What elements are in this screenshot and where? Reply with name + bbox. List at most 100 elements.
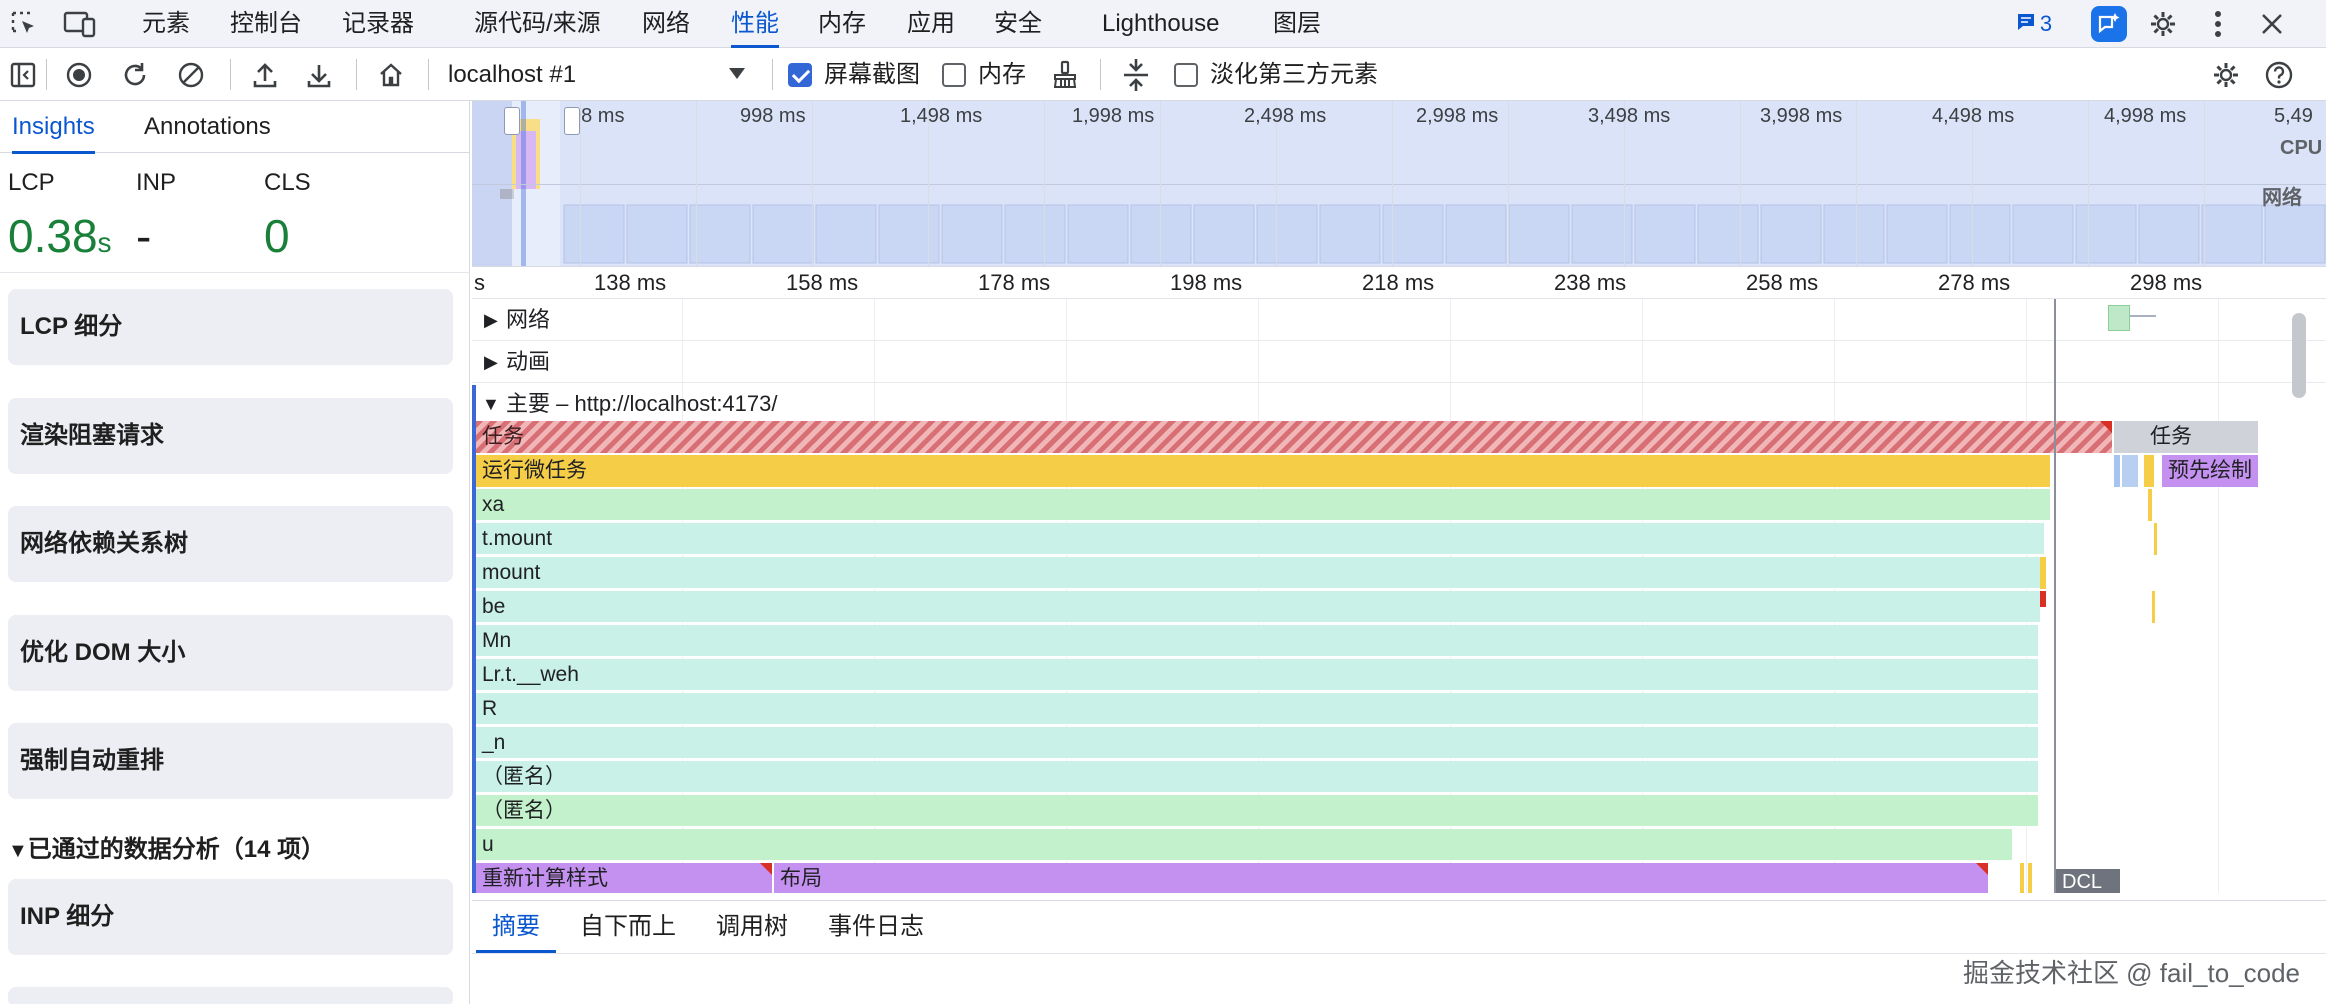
cls-value[interactable]: 0 bbox=[264, 209, 290, 263]
tab-memory[interactable]: 内存 bbox=[818, 0, 866, 48]
flame-frame[interactable]: Mn bbox=[476, 625, 2038, 657]
home-icon[interactable] bbox=[374, 58, 408, 92]
flame-frame[interactable]: R bbox=[476, 693, 2038, 725]
flame-small-slice[interactable] bbox=[2148, 489, 2152, 521]
overview-tick-label: 3,498 ms bbox=[1588, 105, 1671, 127]
flame-microtask[interactable]: 运行微任务 bbox=[476, 455, 2050, 487]
flame-chart[interactable]: ▶ 网络 ▶ 动画 ▼ 主要 – http://localhost:4173/ … bbox=[472, 299, 2326, 893]
upload-icon[interactable] bbox=[248, 58, 282, 92]
flame-frame[interactable]: _n bbox=[476, 727, 2038, 759]
flame-small-slice[interactable] bbox=[2020, 863, 2024, 893]
close-icon[interactable] bbox=[2254, 6, 2290, 42]
cleanup-broom-icon[interactable] bbox=[1048, 58, 1082, 92]
dim-third-party-checkbox[interactable] bbox=[1174, 63, 1198, 87]
toolbar-divider bbox=[1100, 59, 1101, 90]
sidebar-tabs: Insights Annotations bbox=[0, 101, 470, 154]
tab-network[interactable]: 网络 bbox=[642, 0, 690, 48]
reload-record-icon[interactable] bbox=[118, 58, 152, 92]
tab-application[interactable]: 应用 bbox=[907, 0, 955, 48]
insight-inp-breakdown[interactable]: INP 细分 bbox=[8, 879, 453, 955]
network-track-header[interactable]: ▶ 网络 bbox=[472, 299, 2326, 341]
tab-bottom-up[interactable]: 自下而上 bbox=[580, 901, 676, 953]
insight-next-card[interactable] bbox=[8, 987, 453, 1004]
issues-button[interactable]: 3 bbox=[2010, 8, 2058, 40]
flame-task[interactable]: 任务 bbox=[476, 421, 2112, 453]
insight-dom-size[interactable]: 优化 DOM 大小 bbox=[8, 615, 453, 691]
network-request-block[interactable] bbox=[2108, 305, 2130, 331]
flame-small-slice[interactable] bbox=[2028, 863, 2032, 893]
flame-frame[interactable]: t.mount bbox=[476, 523, 2044, 555]
memory-checkbox[interactable] bbox=[942, 63, 966, 87]
insight-network-dependency-tree[interactable]: 网络依赖关系树 bbox=[8, 506, 453, 582]
flame-frame[interactable]: xa bbox=[476, 489, 2050, 521]
flame-small-slice[interactable] bbox=[2114, 455, 2120, 487]
flame-small-slice[interactable] bbox=[2152, 591, 2155, 623]
insight-render-blocking[interactable]: 渲染阻塞请求 bbox=[8, 398, 453, 474]
more-options-icon[interactable] bbox=[2203, 6, 2233, 42]
flame-small-slice[interactable] bbox=[2154, 523, 2157, 555]
inp-label: INP bbox=[136, 169, 177, 196]
flame-frame[interactable]: be bbox=[476, 591, 2040, 623]
flame-frame[interactable]: mount bbox=[476, 557, 2040, 589]
insight-forced-reflow[interactable]: 强制自动重排 bbox=[8, 723, 453, 799]
help-icon[interactable] bbox=[2262, 58, 2296, 92]
tab-event-log[interactable]: 事件日志 bbox=[828, 901, 924, 953]
target-select[interactable]: localhost #1 bbox=[446, 48, 752, 101]
collapse-tracks-icon[interactable] bbox=[1118, 56, 1154, 94]
sidebar-toggle-icon[interactable] bbox=[6, 58, 40, 92]
overview-tick-label: 2,498 ms bbox=[1244, 105, 1327, 127]
overview-tick-label: 1,498 ms bbox=[900, 105, 983, 127]
toolbar-divider bbox=[428, 59, 429, 90]
settings-gear-icon[interactable] bbox=[2145, 6, 2181, 42]
ruler-tick-label: 158 ms bbox=[786, 270, 859, 295]
flame-layout[interactable]: 布局 bbox=[774, 863, 1988, 893]
tab-console[interactable]: 控制台 bbox=[230, 0, 302, 48]
flame-small-slice[interactable] bbox=[2144, 455, 2154, 487]
passed-insights-header[interactable]: ▼已通过的数据分析（14 项） bbox=[8, 829, 325, 864]
overview-window-handle-right[interactable] bbox=[564, 107, 580, 135]
tab-security[interactable]: 安全 bbox=[994, 0, 1042, 48]
tab-recorder[interactable]: 记录器 bbox=[342, 0, 414, 48]
long-task-marker bbox=[2100, 421, 2112, 433]
animation-track-header[interactable]: ▶ 动画 bbox=[472, 341, 2326, 383]
device-toolbar-icon[interactable] bbox=[62, 8, 98, 40]
tab-performance[interactable]: 性能 bbox=[731, 0, 779, 48]
flame-frame[interactable]: Lr.t.__weh bbox=[476, 659, 2038, 691]
flame-task-right[interactable]: 任务 bbox=[2144, 421, 2258, 453]
flame-small-slice[interactable] bbox=[2040, 557, 2046, 589]
tab-annotations[interactable]: Annotations bbox=[144, 101, 271, 153]
tab-call-tree[interactable]: 调用树 bbox=[716, 901, 788, 953]
tab-layers[interactable]: 图层 bbox=[1273, 0, 1321, 48]
download-icon[interactable] bbox=[302, 58, 336, 92]
clear-icon[interactable] bbox=[174, 58, 208, 92]
ai-assistance-icon[interactable] bbox=[2091, 6, 2127, 42]
overview-window-handle-left[interactable] bbox=[504, 107, 520, 135]
flame-prepaint[interactable]: 预先绘制 bbox=[2162, 455, 2258, 487]
flame-frame[interactable]: u bbox=[476, 829, 2012, 861]
animation-track-label: 动画 bbox=[506, 349, 551, 374]
inspect-element-icon[interactable] bbox=[8, 8, 40, 40]
ruler-tick-label: 258 ms bbox=[1746, 270, 1819, 295]
insight-lcp-breakdown[interactable]: LCP 细分 bbox=[8, 289, 453, 365]
tab-insights[interactable]: Insights bbox=[12, 101, 95, 154]
capture-settings-gear-icon[interactable] bbox=[2209, 58, 2243, 92]
tab-lighthouse[interactable]: Lighthouse bbox=[1102, 0, 1219, 48]
record-icon[interactable] bbox=[62, 58, 96, 92]
tab-sources[interactable]: 源代码/来源 bbox=[474, 0, 601, 48]
tab-elements[interactable]: 元素 bbox=[142, 0, 190, 48]
lcp-value[interactable]: 0.38s bbox=[8, 209, 112, 263]
flame-frame[interactable]: （匿名） bbox=[476, 795, 2038, 827]
flame-small-slice[interactable] bbox=[2122, 455, 2138, 487]
flame-scrollbar-thumb[interactable] bbox=[2292, 343, 2306, 398]
tab-summary[interactable]: 摘要 bbox=[476, 901, 556, 953]
flame-recalc-style[interactable]: 重新计算样式 bbox=[476, 863, 772, 893]
flame-small-slice[interactable] bbox=[2040, 591, 2046, 607]
main-thread-track-header[interactable]: ▼ 主要 – http://localhost:4173/ bbox=[472, 383, 2326, 425]
screenshots-checkbox[interactable] bbox=[788, 63, 812, 87]
flame-task-small[interactable] bbox=[2114, 421, 2144, 453]
flame-frame[interactable]: （匿名） bbox=[476, 761, 2038, 793]
dcl-marker[interactable]: DCL bbox=[2056, 869, 2120, 893]
dropdown-arrow-icon bbox=[728, 67, 746, 86]
timeline-overview[interactable]: 98 ms 998 ms 1,498 ms 1,998 ms 2,498 ms … bbox=[472, 101, 2326, 267]
collapse-triangle-icon: ▼ bbox=[8, 840, 28, 862]
